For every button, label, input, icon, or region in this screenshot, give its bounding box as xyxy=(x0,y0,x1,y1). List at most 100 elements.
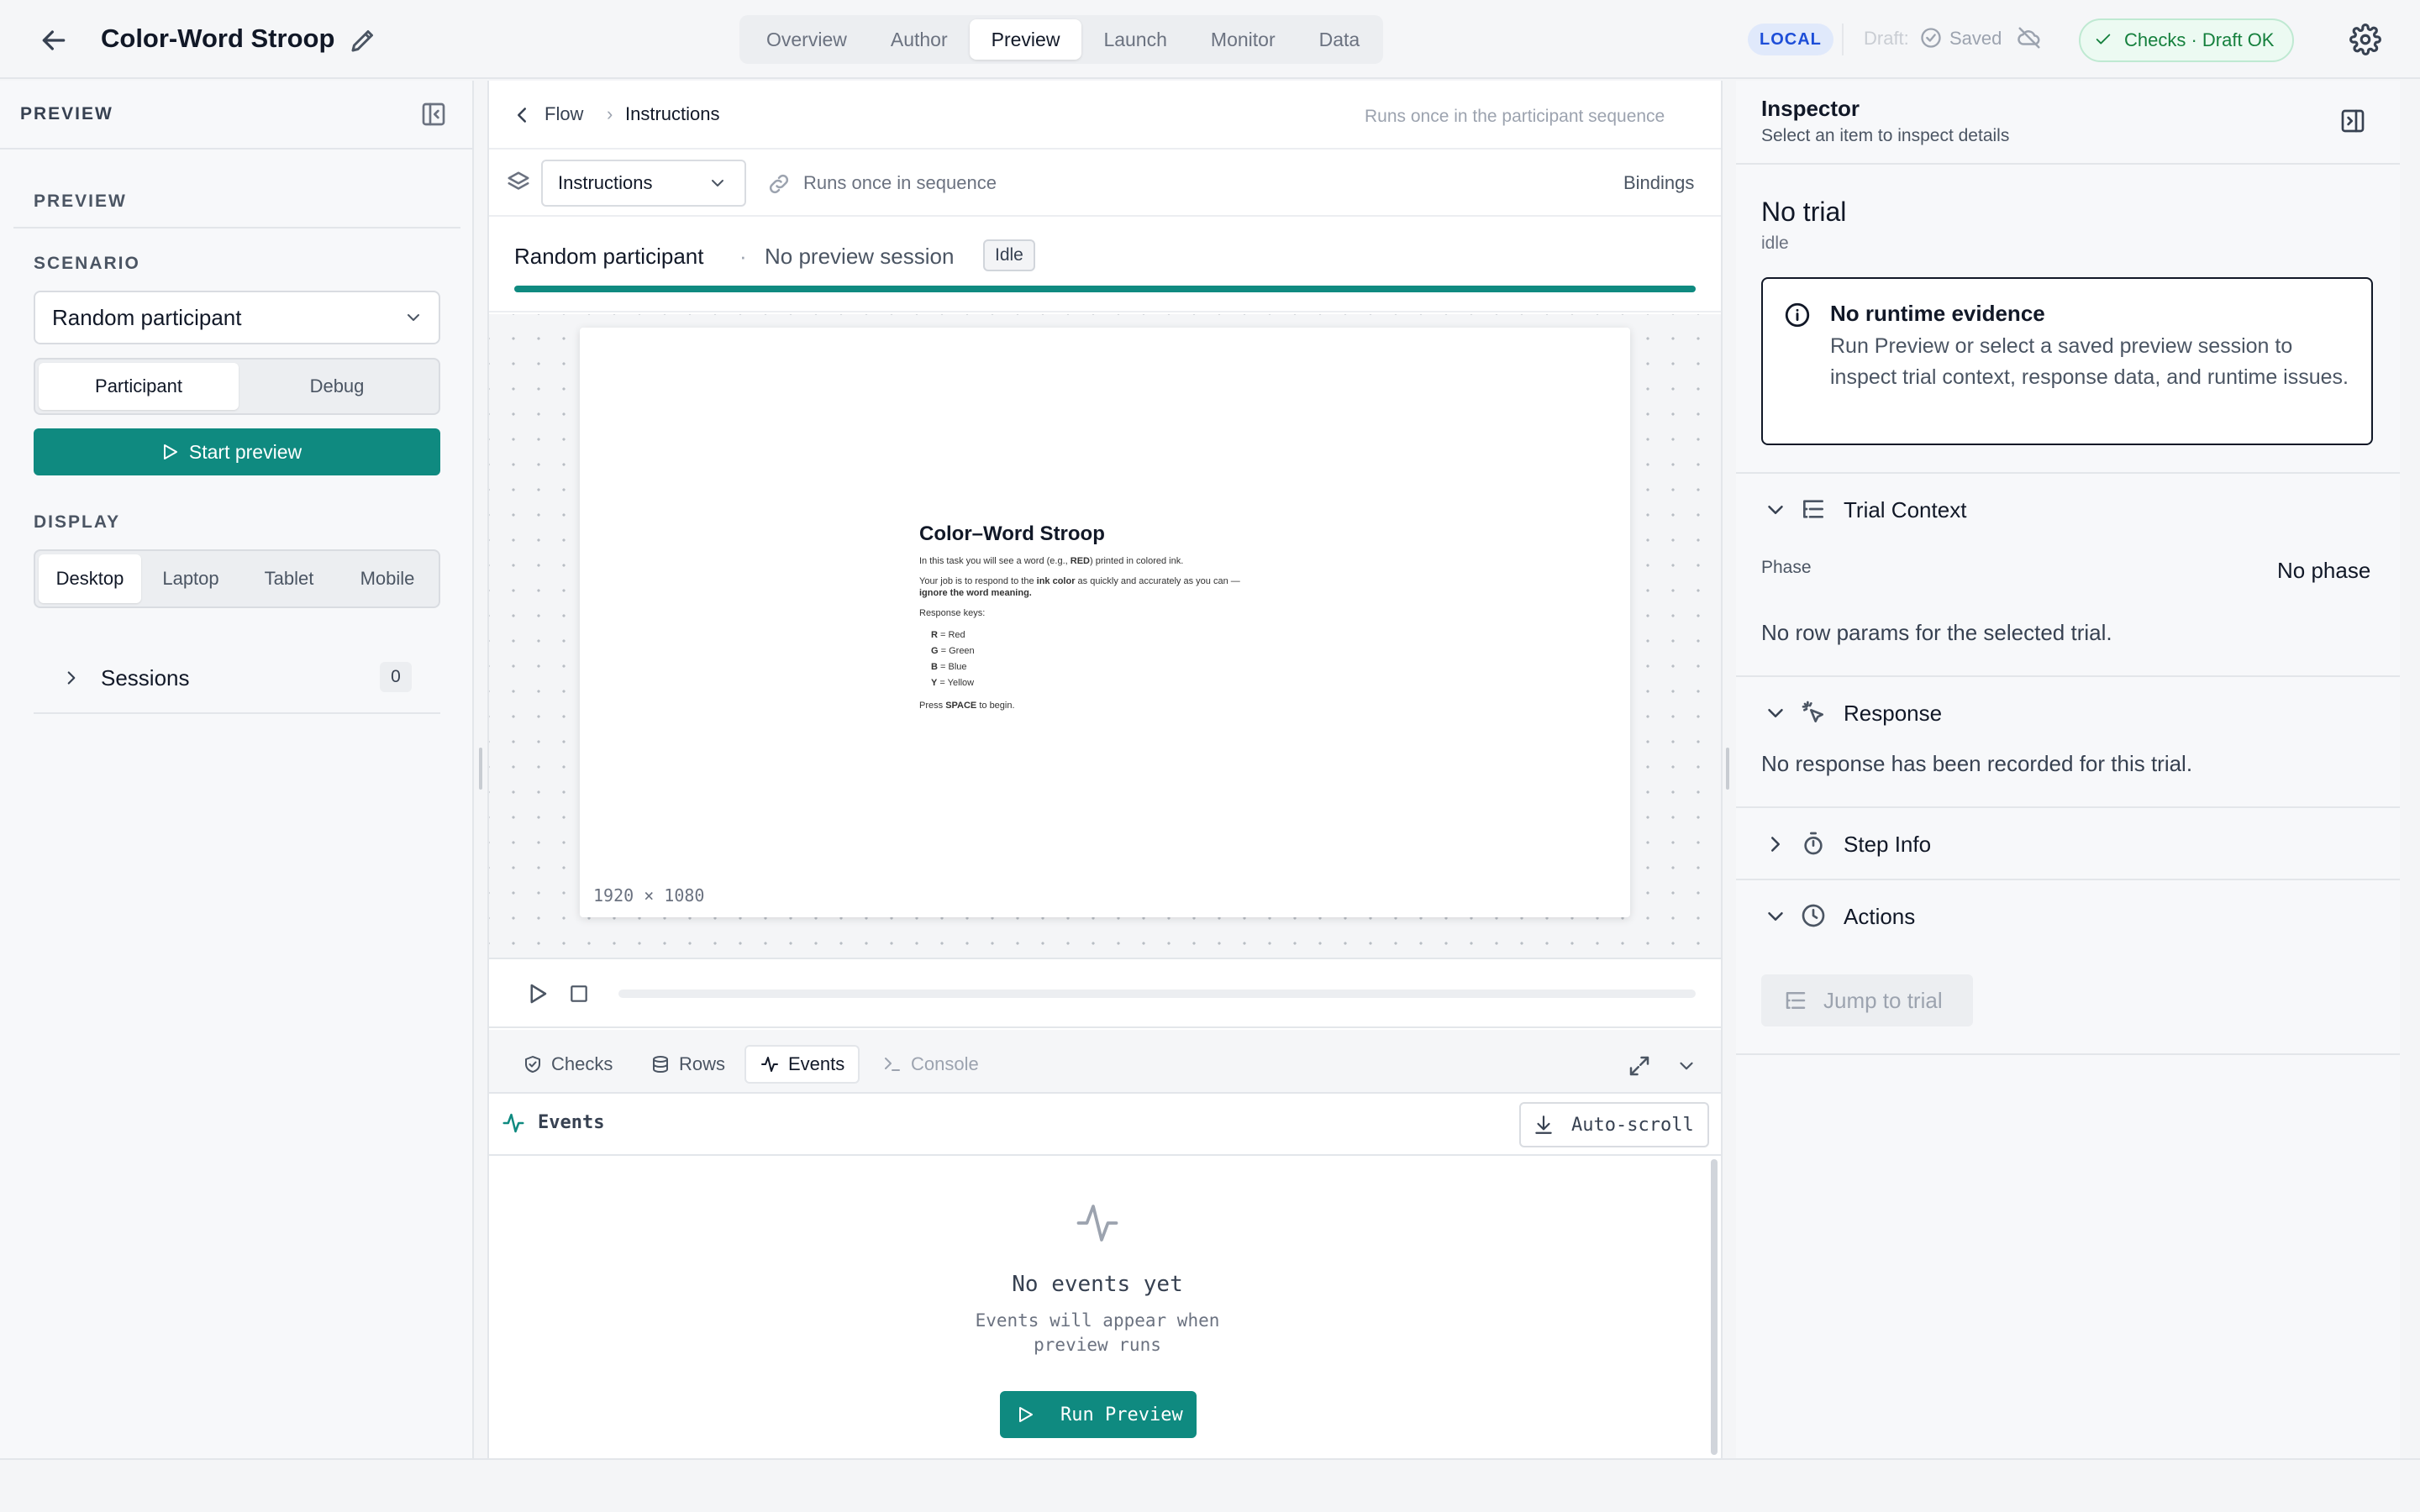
shield-check-icon xyxy=(525,1056,540,1073)
sequence-info: Runs once in sequence xyxy=(803,172,997,193)
scrollbar[interactable] xyxy=(1711,1159,1718,1455)
stop-icon[interactable] xyxy=(568,983,590,1005)
stage-line: In this task you will see a word (e.g., … xyxy=(919,556,1184,566)
play-icon[interactable] xyxy=(524,981,550,1006)
empty-state-title: No events yet xyxy=(1012,1272,1183,1297)
terminal-icon xyxy=(885,1058,900,1071)
chevron-left-icon[interactable] xyxy=(509,102,534,128)
status-badge: Idle xyxy=(983,239,1035,271)
display-mobile[interactable]: Mobile xyxy=(338,554,437,603)
divider xyxy=(1736,1053,2400,1055)
collapse-panel-icon[interactable] xyxy=(2339,108,2366,134)
stage-key: G = Green xyxy=(931,646,975,656)
preview-sidebar xyxy=(0,81,474,1458)
stage-line: Your job is to respond to the ink color … xyxy=(919,576,1240,586)
timer-icon xyxy=(1800,830,1827,857)
pointer-click-icon xyxy=(1800,699,1827,726)
clock-icon xyxy=(1800,902,1827,929)
chevron-down-icon xyxy=(403,307,424,328)
evidence-title: No runtime evidence xyxy=(1830,301,2045,326)
stage-line: ignore the word meaning. xyxy=(919,588,1032,598)
sidebar-title: PREVIEW xyxy=(20,104,113,123)
cloud-off-icon[interactable] xyxy=(2017,25,2042,50)
tab-overview[interactable]: Overview xyxy=(744,19,869,60)
inspector-title: Inspector xyxy=(1761,96,1860,121)
expand-icon[interactable] xyxy=(1627,1053,1652,1079)
pencil-icon[interactable] xyxy=(348,25,378,55)
scenario-select[interactable]: Random participant xyxy=(34,291,440,344)
tab-checks[interactable]: Checks xyxy=(514,1045,621,1084)
stage-dimensions: 1920 × 1080 xyxy=(593,885,705,906)
resize-handle[interactable] xyxy=(479,748,482,790)
mode-debug[interactable]: Debug xyxy=(239,363,435,410)
trial-context-toggle[interactable]: Trial Context xyxy=(1844,497,1966,523)
bindings-button[interactable]: Bindings xyxy=(1623,172,1694,194)
stage-line: Press SPACE to begin. xyxy=(919,701,1015,711)
tab-events[interactable]: Events xyxy=(744,1045,860,1084)
breadcrumb-flow[interactable]: Flow xyxy=(544,103,583,125)
list-tree-icon xyxy=(1800,496,1827,522)
stage-key: R = Red xyxy=(931,630,965,640)
link-icon xyxy=(766,171,792,197)
step-description: Runs once in the participant sequence xyxy=(1365,107,1665,126)
chevron-down-icon[interactable] xyxy=(1763,497,1788,522)
mode-participant[interactable]: Participant xyxy=(39,363,239,410)
response-toggle[interactable]: Response xyxy=(1844,701,1942,727)
inspector-subtitle: Select an item to inspect details xyxy=(1761,126,2010,145)
mode-toggle: Participant Debug xyxy=(34,358,440,415)
divider xyxy=(13,227,460,228)
gear-icon[interactable] xyxy=(2349,24,2381,55)
display-tablet[interactable]: Tablet xyxy=(240,554,338,603)
trial-state: idle xyxy=(1761,234,1789,253)
tab-launch[interactable]: Launch xyxy=(1081,19,1188,60)
tab-monitor[interactable]: Monitor xyxy=(1189,19,1297,60)
step-info-toggle[interactable]: Step Info xyxy=(1844,832,1931,858)
chevron-down-icon xyxy=(708,173,728,193)
display-laptop[interactable]: Laptop xyxy=(141,554,240,603)
collapse-panel-icon[interactable] xyxy=(420,101,447,128)
back-arrow-icon[interactable] xyxy=(37,24,71,57)
stage-key: Y = Yellow xyxy=(931,678,975,688)
tab-author[interactable]: Author xyxy=(869,19,970,60)
no-row-params: No row params for the selected trial. xyxy=(1761,620,2112,645)
scenario-label: SCENARIO xyxy=(34,254,140,273)
chevron-right-icon[interactable] xyxy=(1763,832,1788,857)
phase-value: No phase xyxy=(2277,558,2371,583)
divider xyxy=(1736,806,2400,808)
activity-icon xyxy=(761,1057,778,1072)
empty-state-subtitle: Events will appear when preview runs xyxy=(975,1310,1220,1355)
resize-handle[interactable] xyxy=(1726,748,1729,790)
display-label: DISPLAY xyxy=(34,512,121,532)
status-footer xyxy=(0,1458,2420,1512)
chevron-down-icon[interactable] xyxy=(1676,1055,1697,1077)
tab-rows[interactable]: Rows xyxy=(642,1045,734,1084)
page-title: Color-Word Stroop xyxy=(101,24,335,53)
tab-data[interactable]: Data xyxy=(1297,19,1382,60)
separator-dot: · xyxy=(739,244,747,269)
stimulus-stage xyxy=(580,328,1630,917)
actions-toggle[interactable]: Actions xyxy=(1844,904,1915,930)
list-tree-icon xyxy=(1783,988,1808,1013)
check-circle-icon xyxy=(1919,26,1943,50)
start-preview-button[interactable]: Start preview xyxy=(34,428,440,475)
stage-key: B = Blue xyxy=(931,662,967,672)
saved-status: Saved xyxy=(1949,28,2002,49)
chevron-down-icon[interactable] xyxy=(1763,904,1788,929)
check-icon xyxy=(2094,30,2112,49)
divider xyxy=(34,712,440,714)
timeline-scrubber[interactable] xyxy=(618,990,1696,998)
tab-console[interactable]: Console xyxy=(874,1045,987,1084)
stage-keys-label: Response keys: xyxy=(919,608,986,618)
tab-preview[interactable]: Preview xyxy=(969,19,1082,60)
chevron-right-icon[interactable] xyxy=(60,667,82,689)
no-response: No response has been recorded for this t… xyxy=(1761,751,2193,776)
inspector-header xyxy=(1736,81,2400,165)
evidence-body: Run Preview or select a saved preview se… xyxy=(1830,334,2349,389)
display-desktop[interactable]: Desktop xyxy=(39,554,141,603)
play-icon xyxy=(1015,1404,1035,1425)
sessions-toggle[interactable]: Sessions xyxy=(101,665,190,691)
divider xyxy=(1736,472,2400,474)
chevron-down-icon[interactable] xyxy=(1763,701,1788,726)
section-label: PREVIEW xyxy=(34,192,127,211)
play-icon xyxy=(160,442,180,462)
